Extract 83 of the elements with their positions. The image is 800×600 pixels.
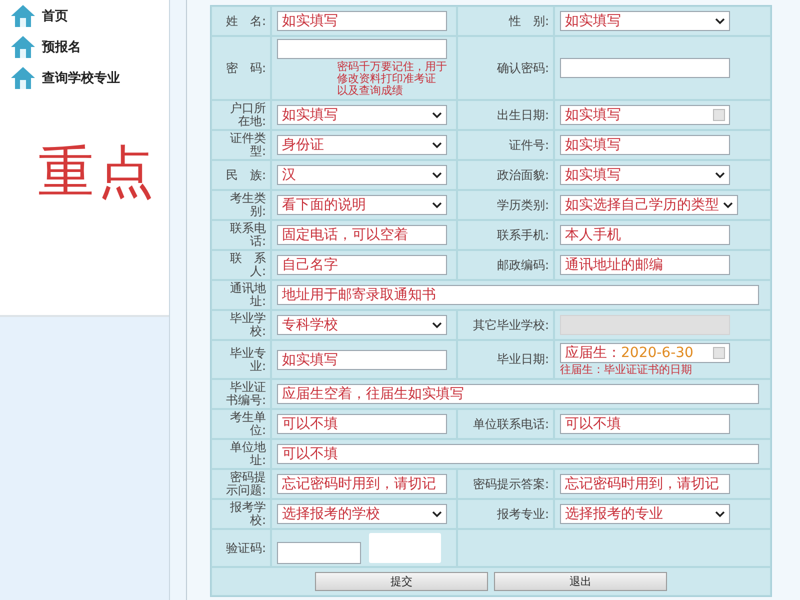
input-field[interactable]: 本人手机 [560, 225, 730, 245]
field-label: 密码提示答案: [472, 478, 549, 490]
calendar-icon [713, 347, 725, 359]
field-label: 毕业证书编号: [224, 381, 266, 407]
house-icon [10, 4, 36, 28]
input-field[interactable]: 地址用于邮寄录取通知书 [277, 285, 759, 305]
nav-link[interactable]: 查询学校专业 [10, 62, 169, 93]
nav-link[interactable]: 首页 [10, 0, 169, 31]
field-label: 民 族: [226, 168, 266, 182]
field-label: 密码提示问题: [224, 471, 266, 497]
captcha-input[interactable] [277, 542, 361, 564]
calendar-icon [713, 109, 725, 121]
field-label: 单位联系电话: [472, 418, 549, 430]
house-icon [10, 34, 36, 58]
field-label: 联 系人: [229, 252, 266, 278]
exit-button[interactable]: 退出 [494, 572, 667, 591]
select-field[interactable]: 选择报考的学校 [277, 504, 447, 524]
field-label: 通讯地址: [229, 282, 266, 308]
select-field[interactable]: 选择报考的专业 [560, 504, 730, 524]
field-label: 毕业日期: [496, 353, 549, 366]
field-label: 毕业学校: [229, 312, 266, 338]
house-icon [10, 66, 36, 90]
stamp-text: 重点 [38, 139, 159, 207]
chevron-icon [715, 172, 725, 178]
chevron-icon [432, 202, 442, 208]
select-field[interactable]: 如实填写 [560, 11, 730, 31]
field-label: 政治面貌: [496, 168, 549, 182]
captcha-image [369, 533, 441, 563]
field-label: 单位地址: [229, 441, 266, 467]
field-label: 证件类型: [229, 132, 266, 158]
input-field[interactable]: 忘记密码时用到，请切记 [277, 474, 447, 494]
field-label: 其它毕业学校: [472, 318, 549, 332]
field-label: 性 别: [508, 14, 549, 28]
field-label: 联系电话: [229, 222, 266, 248]
field-label: 报考专业: [496, 508, 549, 520]
field-label: 联系手机: [496, 228, 549, 242]
chevron-icon [432, 510, 442, 518]
chevron-icon [432, 322, 442, 328]
input-field[interactable] [560, 58, 730, 78]
field-label: 验证码: [226, 542, 266, 554]
field-label: 考生类别: [229, 192, 266, 218]
field-label: 邮政编码: [496, 258, 549, 272]
input-field[interactable]: 通讯地址的邮编 [560, 255, 730, 275]
input-field[interactable]: 如实填写 [277, 350, 447, 370]
input-field[interactable]: 可以不填 [277, 414, 447, 434]
select-field[interactable]: 看下面的说明 [277, 195, 447, 215]
input-field[interactable]: 忘记密码时用到，请切记 [560, 474, 730, 494]
field-label: 证件号: [508, 138, 549, 152]
input-field[interactable]: 可以不填 [560, 414, 730, 434]
nav-link[interactable]: 预报名 [10, 31, 169, 62]
input-field[interactable]: 应届生空着，往届生如实填写 [277, 384, 759, 404]
chevron-icon [432, 172, 442, 178]
select-field[interactable]: 如实选择自己学历的类型 [560, 195, 738, 215]
submit-button[interactable]: 提交 [315, 572, 488, 591]
input-field[interactable]: 如实填写 [560, 135, 730, 155]
select-field[interactable]: 专科学校 [277, 315, 447, 335]
date-field[interactable]: 应届生：2020-6-30 [560, 343, 730, 363]
input-field[interactable] [277, 39, 447, 59]
field-label: 考生单位: [229, 411, 266, 437]
field-label: 户口所在地: [229, 102, 266, 128]
field-label: 毕业专业: [229, 346, 266, 372]
field-label: 确认密码: [496, 62, 549, 74]
field-label: 学历类别: [496, 198, 549, 212]
annotation-text: 往届生：毕业证证书的日期 [560, 364, 693, 376]
field-label: 出生日期: [496, 108, 549, 122]
chevron-icon [715, 510, 725, 518]
select-field[interactable]: 如实填写 [277, 105, 447, 125]
select-field[interactable]: 汉 [277, 165, 447, 185]
select-field[interactable]: 身份证 [277, 135, 447, 155]
chevron-icon [723, 202, 733, 208]
input-field[interactable]: 如实填写 [277, 11, 447, 31]
field-label: 报考学校: [229, 501, 266, 527]
field-label: 姓 名: [226, 14, 266, 28]
chevron-icon [432, 112, 442, 118]
field-label: 密 码: [226, 62, 266, 74]
select-field[interactable]: 如实填写 [560, 165, 730, 185]
annotation-text: 密码千万要记住，用于 修改资料打印准考证 以及查询成绩 [337, 61, 447, 97]
chevron-icon [432, 142, 442, 148]
input-field[interactable]: 自己名字 [277, 255, 447, 275]
chevron-icon [715, 18, 725, 24]
input-field[interactable]: 可以不填 [277, 444, 759, 464]
date-field[interactable]: 如实填写 [560, 105, 730, 125]
input-field[interactable]: 固定电话，可以空着 [277, 225, 447, 245]
